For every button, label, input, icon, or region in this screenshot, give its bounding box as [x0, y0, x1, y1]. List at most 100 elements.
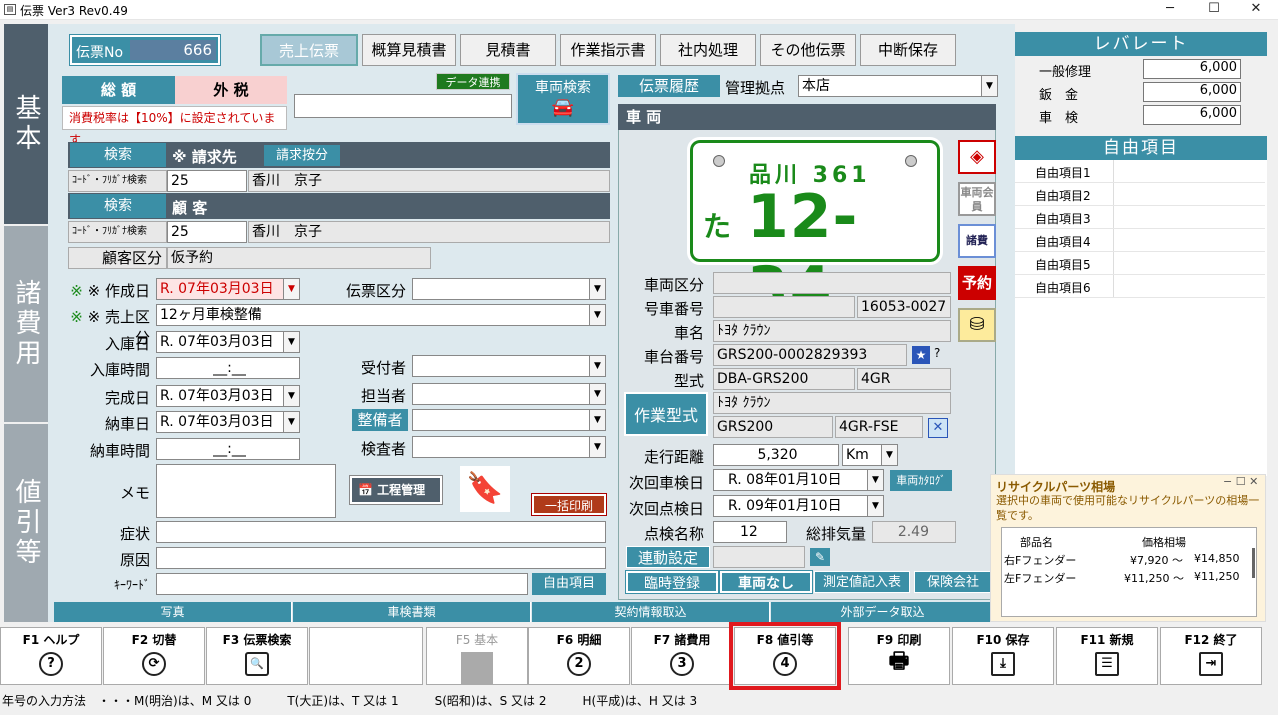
slip-history-button[interactable]: 伝票履歴: [618, 75, 720, 97]
keyword-input[interactable]: [156, 573, 528, 595]
symptom-label: 症状: [119, 525, 150, 543]
free-item-label: 自由項目4: [1035, 235, 1091, 249]
f9-print-button[interactable]: F9 印刷 🖶: [848, 627, 950, 685]
mechanic-select[interactable]: ▼: [412, 409, 606, 431]
f8-discount-button[interactable]: F8 値引等 4: [729, 622, 841, 690]
mileage-input[interactable]: 5,320: [713, 444, 839, 466]
f3-slip-search-button[interactable]: F3 伝票検索 🔍: [206, 627, 308, 685]
f7-expenses-button[interactable]: F7 諸費用 3: [631, 627, 733, 685]
work-type-button[interactable]: 作業型式: [624, 392, 708, 436]
free-item-row[interactable]: 自由項目6: [1015, 275, 1265, 298]
insurance-button[interactable]: 保険会社: [914, 571, 992, 593]
free-item-row[interactable]: 自由項目5: [1015, 252, 1265, 275]
staff-select[interactable]: ▼: [412, 383, 606, 405]
f10-save-button[interactable]: F10 保存 ⤓: [952, 627, 1054, 685]
base-select[interactable]: 本店 ▼: [798, 75, 998, 97]
tab-sales-slip[interactable]: 売上伝票: [260, 34, 358, 66]
next-inspection-input[interactable]: R. 08年01月10日 ▼: [713, 469, 884, 491]
edit-icon[interactable]: ✎: [810, 548, 830, 566]
database-icon[interactable]: ⛁: [958, 308, 996, 342]
mechanic-button[interactable]: 整備者: [352, 409, 408, 431]
billing-split-button[interactable]: 請求按分: [264, 145, 340, 166]
side-tab-expenses[interactable]: 諸費用: [4, 226, 48, 422]
lever-rate-value[interactable]: 6,000: [1143, 59, 1241, 79]
billing-code-input[interactable]: 25: [167, 170, 247, 192]
star-icon[interactable]: ★: [912, 346, 930, 364]
delivery-date-input[interactable]: R. 07年03月03日 ▼: [156, 411, 300, 433]
bulk-print-button[interactable]: 一括印刷: [531, 493, 607, 516]
minimize-button[interactable]: ─: [1148, 0, 1192, 20]
next-check-input[interactable]: R. 09年01月10日 ▼: [713, 495, 884, 517]
total-amount-field[interactable]: [294, 94, 512, 118]
contract-import-tab[interactable]: 契約情報取込: [532, 602, 770, 622]
recycle-high: ¥14,850: [1194, 552, 1240, 565]
sales-type-select[interactable]: 12ヶ月車検整備 ▼: [156, 304, 606, 326]
vehicle-member-button[interactable]: 車両会員: [958, 182, 996, 216]
created-date-input[interactable]: R. 07年03月03日 ▼: [156, 278, 300, 300]
lever-rate-value[interactable]: 6,000: [1143, 105, 1241, 125]
photo-tab[interactable]: 写真: [54, 602, 292, 622]
f5-basic-button[interactable]: F5 基本: [426, 627, 528, 685]
free-item-row[interactable]: 自由項目3: [1015, 206, 1265, 229]
tab-internal[interactable]: 社内処理: [660, 34, 756, 66]
cause-input[interactable]: [156, 547, 606, 569]
campaign-icon[interactable]: ◈: [958, 140, 996, 174]
recycle-window-controls[interactable]: − ☐ ✕: [1223, 475, 1258, 488]
tab-rough-estimate[interactable]: 概算見積書: [362, 34, 456, 66]
customer-code-input[interactable]: 25: [167, 221, 247, 243]
measure-button[interactable]: 測定値記入表: [814, 571, 910, 593]
customer-category-value: 仮予約: [167, 247, 431, 269]
memo-textarea[interactable]: [156, 464, 336, 518]
billing-search-button[interactable]: 検索: [70, 143, 166, 167]
in-date-input[interactable]: R. 07年03月03日 ▼: [156, 331, 300, 353]
printer-icon: 🖶: [888, 649, 910, 674]
vehicle-search-button[interactable]: 車両検索 🚘: [516, 73, 610, 125]
chevron-down-icon: ▼: [589, 384, 605, 404]
f11-new-button[interactable]: F11 新規 ☰: [1056, 627, 1158, 685]
tab-estimate[interactable]: 見積書: [460, 34, 556, 66]
maximize-button[interactable]: ☐: [1192, 0, 1236, 20]
in-time-input[interactable]: __:__: [156, 357, 300, 379]
slip-type-select[interactable]: ▼: [412, 278, 606, 300]
done-date-input[interactable]: R. 07年03月03日 ▼: [156, 385, 300, 407]
free-item-row[interactable]: 自由項目4: [1015, 229, 1265, 252]
tab-work-order[interactable]: 作業指示書: [560, 34, 656, 66]
no-vehicle-button[interactable]: 車両なし: [719, 570, 813, 594]
bookmark-icon[interactable]: 🔖: [460, 466, 510, 512]
data-link-button[interactable]: データ連携: [436, 73, 510, 90]
customer-search-button[interactable]: 検索: [70, 194, 166, 218]
receiver-select[interactable]: ▼: [412, 355, 606, 377]
side-tab-discount[interactable]: 値引等: [4, 424, 48, 622]
f2-switch-button[interactable]: F2 切替 ⟳: [103, 627, 205, 685]
f6-detail-button[interactable]: F6 明細 2: [528, 627, 630, 685]
clear-icon[interactable]: ✕: [928, 418, 948, 438]
free-item-row[interactable]: 自由項目1: [1015, 160, 1265, 183]
in-time-label: 入庫時間: [89, 361, 150, 379]
mileage-unit-select[interactable]: Km ▼: [842, 444, 898, 466]
inspection-docs-tab[interactable]: 車検書類: [293, 602, 531, 622]
delivery-time-input[interactable]: __:__: [156, 438, 300, 460]
external-import-tab[interactable]: 外部データ取込: [771, 602, 995, 622]
expenses-button[interactable]: 諸費: [958, 224, 996, 258]
recycle-scrollbar[interactable]: [1252, 548, 1255, 578]
temp-register-button[interactable]: 臨時登録: [625, 570, 719, 594]
symptom-input[interactable]: [156, 521, 606, 543]
process-button[interactable]: 📅 工程管理: [349, 475, 443, 505]
reservation-button[interactable]: 予約: [958, 266, 996, 300]
check-name-input[interactable]: 12: [713, 521, 787, 543]
model-no-value: 16053-0027: [857, 296, 951, 318]
free-item-button[interactable]: 自由項目: [532, 573, 606, 595]
inspector-select[interactable]: ▼: [412, 436, 606, 458]
f12-exit-button[interactable]: F12 終了 ⇥: [1160, 627, 1262, 685]
free-item-row[interactable]: 自由項目2: [1015, 183, 1265, 206]
slip-type-label: 伝票区分: [345, 282, 406, 300]
tab-other-slip[interactable]: その他伝票: [760, 34, 856, 66]
link-settings-button[interactable]: 連動設定: [626, 546, 710, 568]
close-button[interactable]: ✕: [1234, 0, 1278, 20]
f1-help-button[interactable]: F1 ヘルプ?: [0, 627, 102, 685]
side-tab-basic[interactable]: 基本: [4, 24, 48, 224]
help-icon[interactable]: ?: [934, 346, 940, 360]
tab-suspend-save[interactable]: 中断保存: [860, 34, 956, 66]
vehicle-catalog-button[interactable]: 車両ｶﾀﾛｸﾞ: [890, 470, 952, 491]
lever-rate-value[interactable]: 6,000: [1143, 82, 1241, 102]
